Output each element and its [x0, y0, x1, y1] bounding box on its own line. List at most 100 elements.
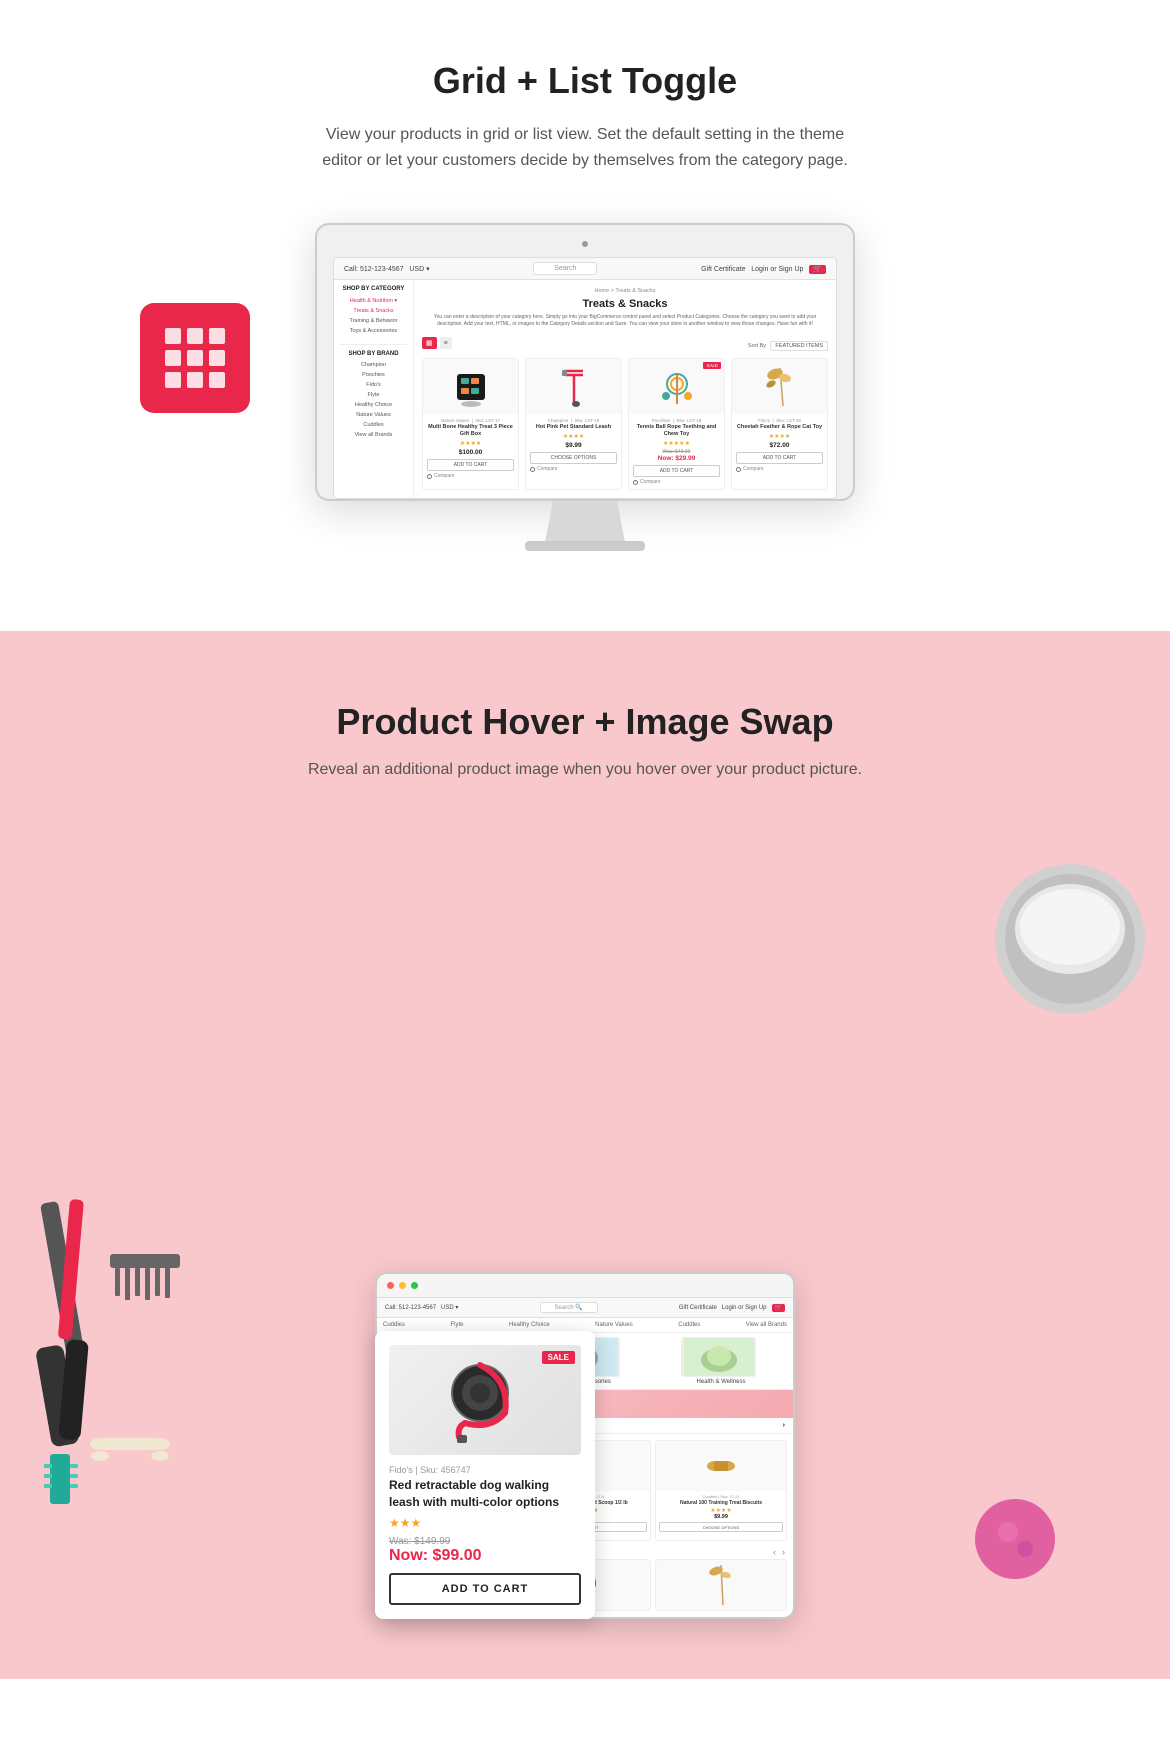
minimize-dot: [399, 1282, 406, 1289]
cat-health-img: [681, 1337, 756, 1377]
search-bar[interactable]: Search: [533, 262, 597, 275]
product-name-4: Cheetah Feather & Rope Cat Toy: [736, 424, 823, 431]
compare-1[interactable]: Compare: [427, 473, 514, 479]
product-brand-4: Fido's | Sku: LST-18: [736, 418, 823, 423]
prev-arrow[interactable]: ‹: [773, 1547, 776, 1557]
monitor-screen: Call: 512-123-4567 USD ▾ Search Gift Cer…: [333, 257, 837, 499]
shop-sidebar: SHOP BY CATEGORY Health & Nutrition ▾ Tr…: [334, 280, 414, 498]
close-dot: [387, 1282, 394, 1289]
sidebar-brand-healthy[interactable]: Healthy Choice: [340, 400, 407, 410]
phone-header-links: Gift Certificate Login or Sign Up 🛒: [679, 1304, 785, 1311]
product-price-1: $100.00: [427, 449, 514, 456]
product-stars-4: ★★★★: [736, 433, 823, 440]
grid-dot: [165, 350, 181, 366]
section2-content: Call: 512-123-4567 USD ▾ Search 🔍 Gift C…: [20, 819, 1150, 1619]
decorative-tools-left: [20, 1194, 210, 1519]
product-card-4: Fido's | Sku: LST-18 Cheetah Feather & R…: [731, 358, 828, 490]
choose-options-btn-2[interactable]: CHOOSE OPTIONS: [530, 452, 617, 464]
hover-add-to-cart-btn[interactable]: ADD TO CART: [389, 1573, 581, 1605]
compare-3[interactable]: Compare: [633, 479, 720, 485]
cat-health[interactable]: Health & Wellness: [681, 1337, 761, 1385]
phone-product-r2-3: [655, 1559, 787, 1611]
phone-number-2: Call: 512-123-4567 USD ▾: [385, 1304, 458, 1311]
section2-description: Reveal an additional product image when …: [20, 761, 1150, 779]
grid-dot: [209, 372, 225, 388]
breadcrumb: Home > Treats & Snacks: [422, 288, 828, 294]
sort-select[interactable]: FEATURED ITEMS: [770, 341, 828, 351]
product-name-1: Multi Bone Healthy Treat 3 Piece Gift Bo…: [427, 424, 514, 438]
monitor: Call: 512-123-4567 USD ▾ Search Gift Cer…: [315, 223, 855, 501]
sidebar-item-training[interactable]: Training & Behavior: [340, 316, 407, 326]
product-card-1: Nature Values | Sku: LST-17 Multi Bone H…: [422, 358, 519, 490]
sidebar-brand-champion[interactable]: Champion: [340, 360, 407, 370]
section2-bottom-padding: [20, 1619, 1150, 1679]
product-price-2: $9.99: [530, 442, 617, 449]
hover-product-svg: [425, 1355, 545, 1445]
product-card-2: Champion | Sku: LST-19 Hot Pink Pet Stan…: [525, 358, 622, 490]
phone-cart[interactable]: 🛒: [772, 1304, 785, 1312]
hover-panel: SALE Fido's | Sku: 456747 Red retractabl…: [375, 1331, 595, 1620]
nav-healthy: Healthy Choice: [509, 1322, 550, 1328]
sidebar-brand-cuddles[interactable]: Cuddles: [340, 420, 407, 430]
product-stars-3: ★★★★★: [633, 440, 720, 447]
add-to-cart-btn-4[interactable]: ADD TO CART: [736, 452, 823, 464]
sort-label: Sort By: [748, 343, 766, 349]
product-image-svg-2: [555, 366, 593, 408]
grid-view-btn[interactable]: ▦: [422, 337, 437, 349]
hover-stars: ★★★: [389, 1516, 581, 1530]
product-info-3: Poochies | Sku: LST-18 Tennis Ball Rope …: [629, 414, 724, 489]
view-toggles: ▦ ≡: [422, 337, 452, 349]
nav-viewall: View all Brands: [746, 1322, 787, 1328]
compare-2[interactable]: Compare: [530, 466, 617, 472]
sidebar-brand-fidos[interactable]: Fido's: [340, 380, 407, 390]
add-to-cart-btn-3[interactable]: ADD TO CART: [633, 465, 720, 477]
phone-browser-bar: Call: 512-123-4567 USD ▾ Search 🔍 Gift C…: [377, 1298, 793, 1318]
product-image-svg-1: [452, 366, 490, 408]
sidebar-item-health[interactable]: Health & Nutrition ▾: [340, 296, 407, 306]
featured-nav-arrow[interactable]: ›: [783, 1422, 785, 1429]
product-brand-1: Nature Values | Sku: LST-17: [427, 418, 514, 423]
section2: Product Hover + Image Swap Reveal an add…: [0, 631, 1170, 1679]
cart-icon[interactable]: 🛒: [809, 265, 826, 274]
grid-dot: [165, 372, 181, 388]
header-links: Gift Certificate Login or Sign Up 🛒: [701, 265, 826, 273]
sidebar-brand-nature[interactable]: Nature Values: [340, 410, 407, 420]
grid-dot: [187, 328, 203, 344]
product-info-4: Fido's | Sku: LST-18 Cheetah Feather & R…: [732, 414, 827, 476]
sidebar-brand-title: SHOP BY BRAND: [340, 344, 407, 357]
phone-stars-3: ★★★★: [659, 1507, 783, 1514]
compare-4[interactable]: Compare: [736, 466, 823, 472]
phone-price-3: $9.99: [659, 1514, 783, 1520]
section1-description: View your products in grid or list view.…: [305, 122, 865, 173]
sidebar-brand-viewall[interactable]: View all Brands: [340, 430, 407, 440]
decorative-ball: [970, 1494, 1060, 1589]
sidebar-item-toys[interactable]: Toys & Accessories: [340, 326, 407, 336]
grid-dot: [187, 350, 203, 366]
list-view-btn[interactable]: ≡: [440, 337, 452, 349]
product-info-1: Nature Values | Sku: LST-17 Multi Bone H…: [423, 414, 518, 483]
grid-dot: [165, 328, 181, 344]
nav-flyte: Flyte: [451, 1322, 464, 1328]
category-desc: You can enter a description of your cate…: [422, 314, 828, 328]
phone-search[interactable]: Search 🔍: [540, 1302, 598, 1313]
next-arrow[interactable]: ›: [782, 1547, 785, 1557]
product-stars-1: ★★★★: [427, 440, 514, 447]
sidebar-category-title: SHOP BY CATEGORY: [340, 286, 407, 292]
product-image-2: [526, 359, 621, 414]
product-now-3: Now: $29.99: [633, 455, 720, 462]
cat-health-svg: [684, 1338, 754, 1376]
section1: Grid + List Toggle View your products in…: [0, 0, 1170, 631]
monitor-stand: [545, 501, 625, 541]
sidebar-brand-poochies[interactable]: Poochies: [340, 370, 407, 380]
product-price-4: $72.00: [736, 442, 823, 449]
hover-brand: Fido's | Sku: 456747: [389, 1465, 581, 1475]
phone-choose-3[interactable]: CHOOSE OPTIONS: [659, 1522, 783, 1532]
phone-name-3: Natural 100 Training Treat Biscuits: [659, 1500, 783, 1507]
ball-svg: [970, 1494, 1060, 1584]
grid-dot: [209, 328, 225, 344]
add-to-cart-btn-1[interactable]: ADD TO CART: [427, 459, 514, 471]
grid-dot: [187, 372, 203, 388]
hover-sale-badge: SALE: [542, 1351, 575, 1364]
sidebar-brand-flyte[interactable]: Flyte: [340, 390, 407, 400]
sidebar-item-treats[interactable]: Treats & Snacks: [340, 306, 407, 316]
